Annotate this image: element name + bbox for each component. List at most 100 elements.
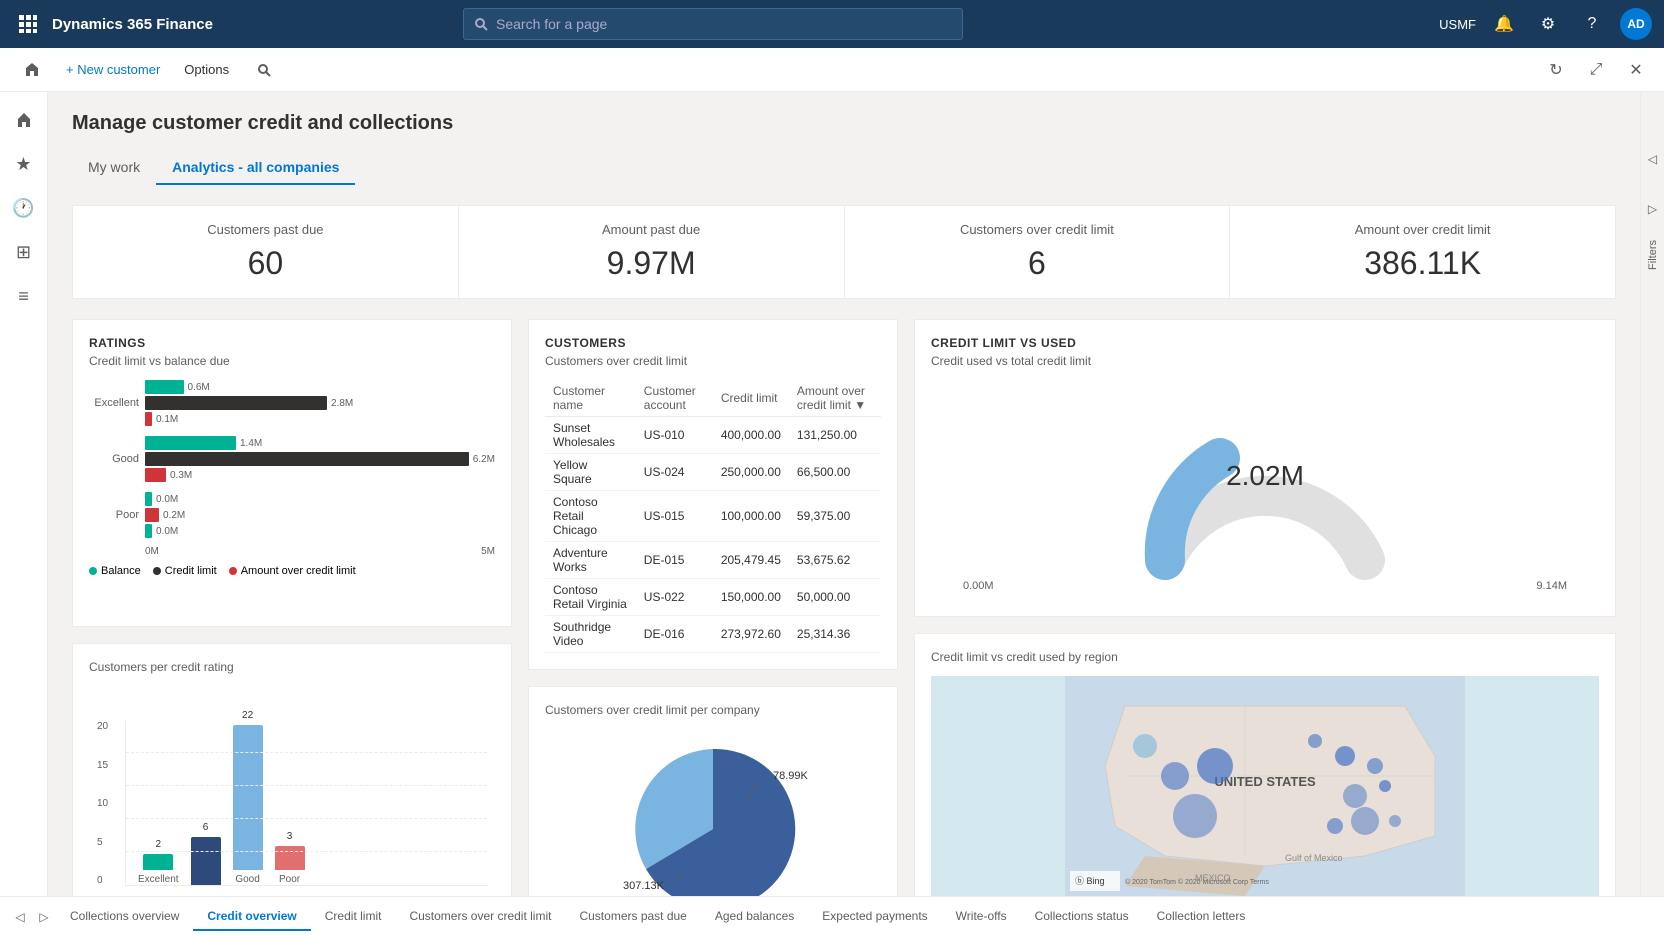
summary-value-3: 386.11K [1254,245,1591,282]
donut-chart-area: 2.02M 0.00M 9.14M [931,380,1599,600]
cell-limit: 400,000.00 [713,417,789,454]
cell-limit: 250,000.00 [713,454,789,491]
home-nav-icon[interactable] [12,50,52,90]
bottom-tab-item[interactable]: Customers past due [565,903,700,931]
per-credit-rating-panel: Customers per credit rating 0 5 10 15 20 [72,643,512,896]
nav-modules[interactable]: ≡ [4,276,44,316]
rating-good-row: Good 1.4M 6.2M [89,436,495,482]
table-row[interactable]: Adventure Works DE-015 205,479.45 53,675… [545,542,881,579]
ratings-chart: Excellent 0.6M 2.8M [89,380,495,610]
bottom-tab-item[interactable]: Expected payments [808,903,941,931]
nav-workspaces[interactable]: ⊞ [4,232,44,272]
bottom-tab-item[interactable]: Aged balances [701,903,808,931]
bar-excellent [143,854,173,870]
options-button[interactable]: Options [174,54,239,86]
settings-icon[interactable]: ⚙ [1532,8,1564,40]
map-bubble-2 [1161,762,1189,790]
refresh-icon[interactable]: ↻ [1540,54,1572,86]
credit-limit-subtitle: Credit used vs total credit limit [931,354,1599,368]
nav-favorites[interactable]: ★ [4,144,44,184]
nav-recent[interactable]: 🕐 [4,188,44,228]
tab-analytics[interactable]: Analytics - all companies [156,151,355,185]
user-avatar[interactable]: AD [1620,8,1652,40]
y-label-10: 10 [97,798,117,809]
cell-account: US-015 [636,491,713,542]
col-account: Customer account [636,380,713,417]
summary-customers-over-credit: Customers over credit limit 6 [845,206,1231,298]
bottom-tab-item[interactable]: Credit overview [193,903,310,931]
help-icon[interactable]: ? [1576,8,1608,40]
expand-icon[interactable]: ⤢ [1580,54,1612,86]
bar-val-good-blue: 22 [242,710,253,721]
table-row[interactable]: Contoso Retail Virginia US-022 150,000.0… [545,579,881,616]
cell-name: Sunset Wholesales [545,417,636,454]
poor-bar-1 [145,492,152,506]
nav-home[interactable] [4,100,44,140]
side-navigation: ★ 🕐 ⊞ ≡ [0,92,48,896]
poor-bar-3 [145,524,152,538]
bottom-tab-next[interactable]: ▷ [32,905,56,929]
legend-over-label: Amount over credit limit [241,565,356,577]
tab-my-work[interactable]: My work [72,151,156,185]
mexico-label: MEXICO [1195,873,1231,883]
rating-good-label: Good [89,453,139,465]
map-bubble-1 [1197,748,1233,784]
ratings-subtitle: Credit limit vs balance due [89,354,495,368]
donut-max: 9.14M [1536,580,1567,592]
rating-excellent-row: Excellent 0.6M 2.8M [89,380,495,426]
rating-poor-row: Poor 0.0M 0.2M [89,492,495,538]
good-bar-over [145,468,166,482]
cell-over: 59,375.00 [789,491,881,542]
legend-credit-dot [153,567,161,575]
col-over[interactable]: Amount over credit limit ▼ [789,380,881,417]
cell-account: DE-015 [636,542,713,579]
cell-limit: 273,972.60 [713,616,789,653]
global-search[interactable]: Search for a page [463,8,963,40]
customers-over-credit-table: Customer name Customer account Credit li… [545,380,881,653]
summary-label-1: Amount past due [483,222,820,237]
good-bar-balance [145,436,236,450]
bar-x-excellent: Excellent [138,874,179,885]
bottom-tab-item[interactable]: Customers over credit limit [395,903,565,931]
close-icon[interactable]: ✕ [1620,54,1652,86]
map-bubble-8 [1308,734,1322,748]
pie-chart-svg: 78.99K 307.13K [603,739,823,896]
summary-amount-over-credit: Amount over credit limit 386.11K [1230,206,1615,298]
mid-chart-col: CUSTOMERS Customers over credit limit Cu… [528,319,898,896]
bottom-tab-item[interactable]: Credit limit [311,903,396,931]
bottom-tab-item[interactable]: Collections overview [56,903,193,931]
pie-chart-area: 78.99K 307.13K [545,729,881,896]
waffle-menu[interactable] [12,8,44,40]
bar-x-good: Good [235,874,259,885]
ratings-legend: Balance Credit limit Amount over credit … [89,565,495,577]
summary-label-0: Customers past due [97,222,434,237]
summary-label-2: Customers over credit limit [869,222,1206,237]
bar-excellent-col: 2 Excellent [138,839,179,885]
bar-good-blue [233,725,263,870]
search-button[interactable] [247,54,281,86]
map-bubble-4 [1335,746,1355,766]
table-row[interactable]: Southridge Video DE-016 273,972.60 25,31… [545,616,881,653]
summary-value-1: 9.97M [483,245,820,282]
cell-name: Contoso Retail Chicago [545,491,636,542]
bottom-tab-prev[interactable]: ◁ [8,905,32,929]
table-row[interactable]: Contoso Retail Chicago US-015 100,000.00… [545,491,881,542]
map-bubble-5 [1367,758,1383,774]
cell-limit: 150,000.00 [713,579,789,616]
table-row[interactable]: Sunset Wholesales US-010 400,000.00 131,… [545,417,881,454]
left-chart-col: RATINGS Credit limit vs balance due Exce… [72,319,512,896]
notifications-icon[interactable]: 🔔 [1488,8,1520,40]
map-bubble-11 [1389,815,1401,827]
bar-good-blue-col: 22 Good [233,710,263,885]
bottom-tab-item[interactable]: Collection letters [1143,903,1260,931]
pie-label-usmf: 78.99K [773,770,809,782]
bottom-tab-item[interactable]: Write-offs [942,903,1021,931]
right-chart-col: CREDIT LIMIT VS USED Credit used vs tota… [914,319,1616,896]
user-company: USMF [1439,17,1476,32]
new-customer-button[interactable]: + New customer [56,54,170,86]
table-row[interactable]: Yellow Square US-024 250,000.00 66,500.0… [545,454,881,491]
bottom-tab-item[interactable]: Collections status [1021,903,1143,931]
map-bubble-9 [1351,807,1379,835]
ratings-panel: RATINGS Credit limit vs balance due Exce… [72,319,512,627]
bar-good-dark-col: 6 [191,822,221,885]
